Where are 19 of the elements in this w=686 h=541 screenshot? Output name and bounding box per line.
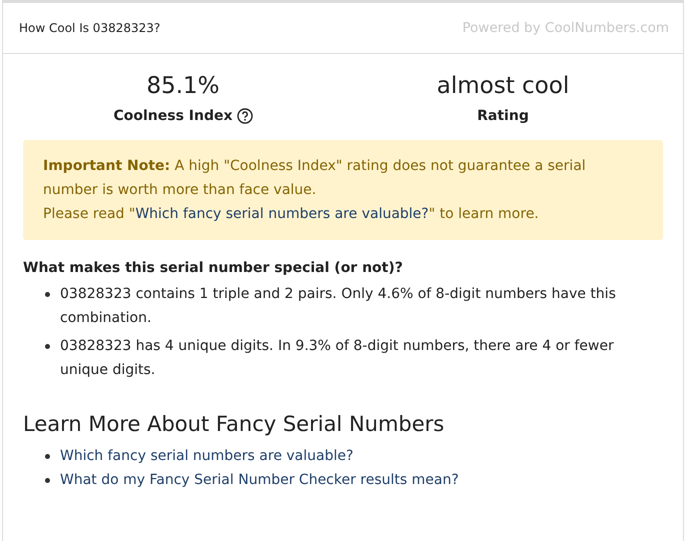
stat-value: almost cool: [436, 72, 570, 100]
help-icon[interactable]: [236, 108, 253, 124]
link[interactable]: What do my Fancy Serial Number Checker results mean?: [60, 468, 459, 492]
list-item-text: 03828323 has 4 unique digits. In 9.3% of 8-digit numbers, there are 4 or fewer unique digits.: [60, 337, 615, 380]
note-text: Please read "Which fancy serial numbers are valuable?" to learn more.: [43, 205, 540, 224]
bullet-icon: [45, 454, 50, 459]
link[interactable]: Which fancy serial numbers are valuable?: [135, 206, 429, 222]
note-text: Important Note: A high "Coolness Index" rating does not guarantee a serial number is worth more than face value.: [43, 157, 587, 200]
bullet-icon: [45, 292, 50, 297]
stat-label: Rating: [477, 108, 529, 124]
stat-value: 85.1%: [146, 72, 220, 100]
bullet-icon: [45, 344, 50, 349]
list-item-text: 03828323 contains 1 triple and 2 pairs. Only 4.6% of 8-digit numbers have this combination.: [60, 285, 617, 328]
stat-label: Coolness Index: [113, 108, 233, 124]
section-heading: Learn More About Fancy Serial Numbers: [23, 412, 446, 436]
link[interactable]: Which fancy serial numbers are valuable?: [60, 444, 354, 468]
bullet-icon: [45, 478, 50, 483]
section-heading: What makes this serial number special (or not)?: [23, 260, 404, 276]
card-title: How Cool Is 03828323?: [19, 21, 160, 35]
